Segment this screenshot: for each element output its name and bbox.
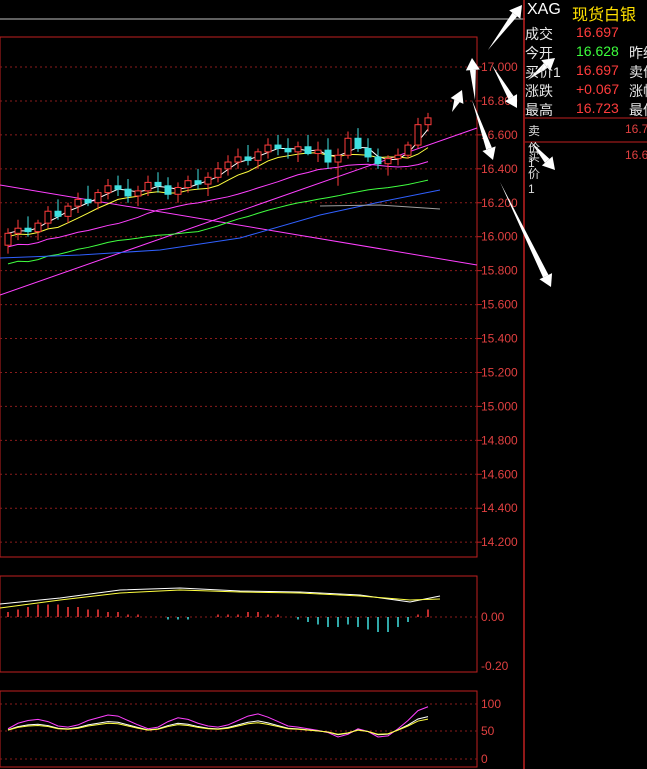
quote-value: 16.697	[576, 62, 619, 78]
candle-up	[94, 192, 102, 204]
candle-up	[294, 146, 302, 153]
candle-up	[14, 227, 22, 234]
candle-up	[264, 144, 272, 153]
quote-label: 涨跌	[525, 83, 553, 99]
candle-down	[84, 198, 92, 204]
quote-label: 最高	[525, 102, 553, 118]
main-chart-frame	[0, 36, 478, 558]
macd-tick-label: -0.20	[481, 659, 509, 673]
annotation-arrow	[465, 58, 480, 100]
price-tick-label: 15.600	[481, 298, 518, 312]
candle-up	[214, 168, 222, 178]
annotation-arrow	[450, 90, 464, 112]
orderbook-value: 16.6	[625, 148, 647, 162]
arrow-shaft	[488, 12, 518, 51]
candle-down	[304, 146, 312, 155]
quote-label: 买价1	[525, 64, 561, 80]
quote-value: 16.628	[576, 43, 619, 59]
candle-down	[274, 144, 282, 149]
quote-value: 16.723	[576, 100, 619, 116]
candle-up	[254, 151, 262, 161]
quote-value: +0.067	[576, 81, 620, 97]
price-tick-label: 14.200	[481, 535, 518, 549]
kdj-tick-label: 100	[481, 697, 501, 711]
candle-down	[114, 185, 122, 190]
candle-up	[404, 144, 412, 156]
macd-indicator	[0, 587, 441, 632]
candle-up	[204, 176, 212, 185]
kdj-tick-label: 50	[481, 724, 495, 738]
quote-label: 今开	[525, 45, 553, 61]
symbol-name: 现货白银	[572, 7, 637, 24]
candle-up	[144, 181, 152, 192]
price-tick-label: 15.400	[481, 332, 518, 346]
candle-up	[174, 186, 182, 195]
kdj-tick-label: 0	[481, 752, 488, 766]
quote-extra-label: 最低	[629, 102, 647, 118]
ma10-line	[7, 147, 429, 238]
macd-frame	[0, 575, 478, 673]
price-axis: 17.00016.80016.60016.40016.20016.00015.8…	[477, 60, 518, 766]
candle-up	[4, 232, 12, 246]
quote-extra-label: 涨幅	[629, 83, 647, 99]
candle-down	[244, 156, 252, 161]
quote-panel: XAG 现货白银 成交 16.697 今开 16.628 昨结买价1 16.697 卖价涨跌…	[525, 0, 647, 769]
arrow-shaft	[469, 69, 476, 100]
candle-down	[164, 185, 172, 195]
candle-up	[314, 149, 322, 155]
price-tick-label: 15.200	[481, 365, 518, 379]
candle-up	[414, 124, 422, 146]
candle-up	[334, 154, 342, 163]
candle-up	[34, 222, 42, 233]
price-tick-label: 14.600	[481, 467, 518, 481]
price-tick-label: 16.400	[481, 162, 518, 176]
price-tick-label: 17.000	[481, 60, 518, 74]
candle-up	[64, 205, 72, 217]
candle-up	[394, 154, 402, 160]
candle-up	[224, 161, 232, 170]
price-tick-label: 15.800	[481, 264, 518, 278]
kdj-j-line	[7, 706, 429, 738]
macd-dea-line	[0, 589, 441, 609]
macd-tick-label: 0.00	[481, 610, 505, 624]
quote-value: 16.697	[576, 24, 619, 40]
quote-extra-label: 昨结	[629, 45, 647, 61]
candle-down	[284, 147, 292, 153]
candle-down	[24, 227, 32, 233]
candle-down	[194, 180, 202, 185]
candle-up	[184, 180, 192, 188]
quote-extra-label: 卖价	[629, 64, 647, 80]
price-tick-label: 16.000	[481, 230, 518, 244]
kdj-indicator	[7, 706, 429, 738]
price-tick-label: 15.000	[481, 399, 518, 413]
annotation-arrow	[488, 5, 522, 51]
symbol-code: XAG	[527, 1, 561, 18]
orderbook-label: 买价1	[528, 150, 541, 196]
orderbook-value: 16.7	[625, 122, 647, 136]
macd-dif-line	[0, 587, 441, 605]
candle-up	[104, 185, 112, 194]
candle-down	[124, 188, 132, 197]
candle-up	[74, 198, 82, 207]
ma120-line	[319, 204, 441, 210]
candle-up	[234, 156, 242, 163]
price-gridlines	[0, 66, 477, 760]
price-tick-label: 14.800	[481, 433, 518, 447]
candle-down	[54, 210, 62, 217]
candle-up	[44, 210, 52, 224]
candle-up	[424, 117, 432, 126]
price-tick-label: 14.400	[481, 501, 518, 515]
candle-down	[354, 137, 362, 149]
candle-down	[364, 147, 372, 158]
candle-up	[384, 158, 392, 165]
candle-down	[374, 156, 382, 165]
quote-label: 成交	[525, 26, 553, 42]
candlestick-series	[4, 112, 432, 254]
candle-down	[324, 149, 332, 163]
arrow-head	[465, 58, 480, 71]
candle-up	[134, 190, 142, 197]
candle-down	[154, 181, 162, 187]
kdj-k-line	[7, 716, 429, 736]
candle-up	[344, 137, 352, 156]
